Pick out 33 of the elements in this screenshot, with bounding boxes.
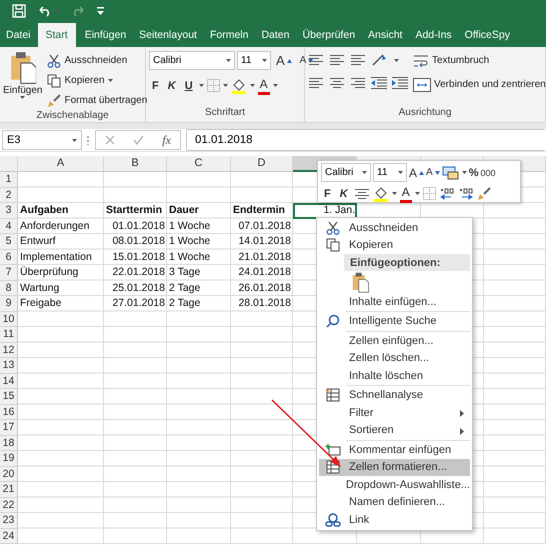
group-label: Zwischenablage	[35, 110, 110, 122]
table-cell-text: Entwurf	[19, 234, 57, 249]
table-cell-text: 21.01.2018	[237, 250, 292, 264]
table-cell-text: 07.01.2018	[237, 218, 292, 234]
table-cell-text: 25.01.2018	[111, 280, 166, 296]
table-cell-text: 26.01.2018	[237, 280, 292, 296]
group-label: Ausrichtung	[398, 107, 452, 120]
table-cell-text: 28.01.2018	[237, 296, 292, 311]
table-cell-text: Wartung	[19, 280, 60, 296]
table-cell-text: 2 Tage	[168, 280, 202, 296]
table-cell-text: 08.01.2018	[111, 234, 166, 249]
table-cell-text: 01.01.2018	[111, 218, 166, 234]
table-cell-text: 1 Woche	[168, 250, 212, 264]
table-cell-text: 22.01.2018	[111, 265, 166, 280]
table-cell: 1. Jan.	[293, 203, 357, 218]
menu-section-header: Einfügeoptionen:	[344, 254, 470, 271]
table-cell-text: 24.01.2018	[237, 265, 292, 280]
table-cell-text: Anforderungen	[19, 218, 90, 234]
table-cell-text: Freigabe	[19, 296, 62, 311]
table-cell-text: Endtermin	[232, 203, 286, 218]
table-cell-text: Starttermin	[105, 203, 164, 218]
table-cell-text: 27.01.2018	[111, 296, 166, 311]
table-cell-text: Implementation	[19, 250, 93, 264]
table-cell-text: 14.01.2018	[237, 234, 292, 249]
group-label: Schriftart	[204, 107, 246, 120]
table-cell-text: 1 Woche	[168, 234, 212, 249]
table-cell-text: Aufgaben	[19, 203, 70, 218]
table-cell-text: 2 Tage	[168, 296, 202, 311]
table-cell-text: 1 Woche	[168, 218, 212, 234]
table-cell-text: Dauer	[168, 203, 200, 218]
table-cell-text: Überprüfung	[19, 265, 80, 280]
table-cell-text: 3 Tage	[168, 265, 202, 280]
table-cell-text: 15.01.2018	[111, 250, 166, 264]
